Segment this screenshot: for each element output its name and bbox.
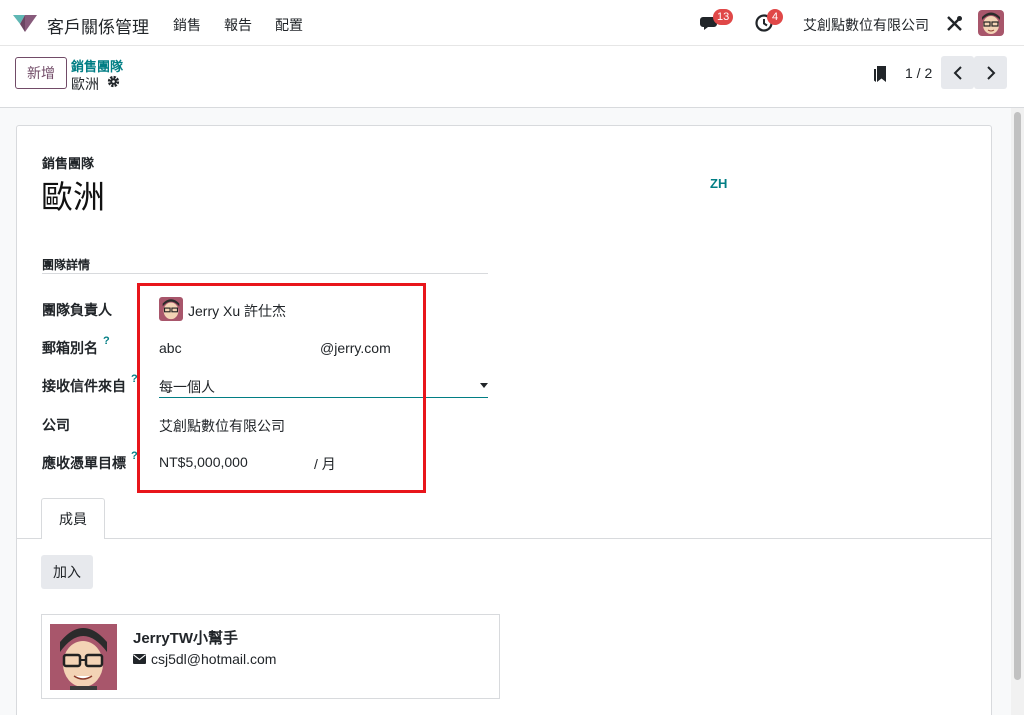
scrollbar-thumb[interactable]	[1014, 112, 1021, 680]
breadcrumb-current: 歐洲	[71, 76, 99, 92]
chevron-left-icon	[953, 65, 962, 80]
email-alias-label: 郵箱別名	[42, 340, 98, 356]
pager-previous-button[interactable]	[941, 56, 974, 89]
top-navbar: 客戶關係管理 銷售 報告 配置 13 4 艾創點數位有限公司	[0, 0, 1024, 46]
member-email[interactable]: csj5dl@hotmail.com	[151, 651, 276, 667]
group-title-team-details: 團隊詳情	[42, 258, 91, 272]
pager-value[interactable]: 1 / 2	[905, 65, 932, 81]
group-separator	[42, 273, 488, 274]
tab-divider	[17, 538, 991, 539]
menu-sales[interactable]: 銷售	[173, 15, 201, 35]
company-switcher[interactable]: 艾創點數位有限公司	[803, 15, 929, 35]
caret-down-icon[interactable]	[480, 383, 488, 388]
company-label: 公司	[42, 417, 70, 433]
chat-count-badge: 13	[713, 9, 734, 25]
invoicing-target-label: 應收憑單目標	[42, 455, 126, 471]
control-panel: 新增 銷售團隊 歐洲 1 / 2	[0, 46, 1024, 108]
add-member-button[interactable]: 加入	[41, 555, 93, 589]
breadcrumb-sales-teams[interactable]: 銷售團隊	[71, 56, 123, 75]
gear-icon[interactable]	[107, 75, 120, 88]
app-name[interactable]: 客戶關係管理	[47, 13, 149, 38]
team-leader-label: 團隊負責人	[42, 302, 112, 318]
activity-count-badge: 4	[767, 9, 783, 25]
email-alias-help[interactable]: ?	[103, 335, 110, 347]
new-button[interactable]: 新增	[15, 57, 67, 89]
menu-reports[interactable]: 報告	[224, 15, 252, 35]
member-avatar	[50, 624, 117, 690]
crm-app-icon[interactable]	[12, 13, 38, 33]
member-name: JerryTW小幫手	[133, 630, 239, 647]
record-title[interactable]: 歐洲	[41, 172, 105, 218]
accept-emails-label: 接收信件來自	[42, 378, 126, 394]
bookmark-icon[interactable]	[873, 65, 887, 83]
tab-members[interactable]: 成員	[41, 498, 105, 539]
chevron-right-icon	[986, 65, 995, 80]
pager-next-button[interactable]	[974, 56, 1007, 89]
user-avatar[interactable]	[978, 10, 1004, 36]
debug-tools-icon[interactable]	[946, 15, 963, 32]
record-label: 銷售團隊	[42, 156, 95, 171]
envelope-icon	[133, 654, 146, 664]
menu-configuration[interactable]: 配置	[275, 15, 303, 35]
language-toggle[interactable]: ZH	[710, 176, 727, 191]
highlight-annotation	[137, 283, 426, 493]
